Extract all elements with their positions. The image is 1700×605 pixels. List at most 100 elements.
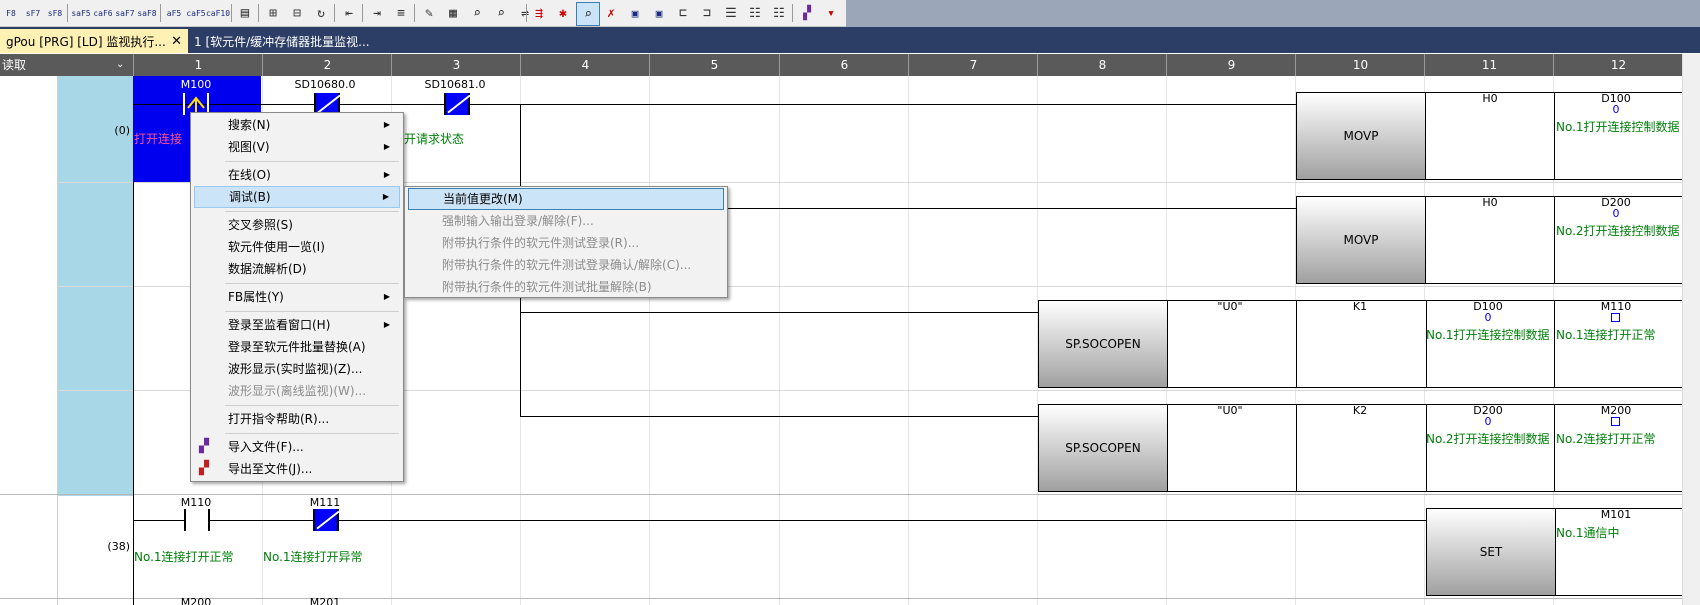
toolbar-button-caf6[interactable]: caF6 — [92, 2, 114, 24]
tab-bar: gPou [PRG] [LD] 监视执行... ✕ 1 [软元件/缓冲存储器批量… — [0, 27, 1700, 53]
monitor-icon[interactable]: ▤ — [234, 2, 256, 24]
menu-item-fb-property[interactable]: FB属性(Y) ▶ — [194, 286, 400, 308]
column-number: 7 — [908, 54, 1038, 76]
instruction-socopen-1[interactable]: SP.SOCOPEN — [1038, 300, 1684, 388]
tab-device-batch-monitor[interactable]: 1 [软元件/缓冲存储器批量监视... — [188, 29, 400, 53]
list-outdent-icon[interactable]: ☷ — [768, 2, 790, 24]
toolbar-separator — [67, 4, 68, 22]
column-number: 4 — [520, 54, 650, 76]
instruction-socopen-2[interactable]: SP.SOCOPEN — [1038, 404, 1684, 492]
current-value: 0 — [1612, 103, 1620, 116]
contact-sd10681-0[interactable] — [444, 93, 471, 115]
monitor-mode-icon[interactable]: ⌕ — [576, 2, 600, 26]
toolbar-button-caf10[interactable]: caF10 — [205, 2, 231, 24]
menu-item-instruction-help[interactable]: 打开指令帮助(R)... — [194, 408, 400, 430]
menu-separator — [225, 211, 399, 212]
menu-item-waveform-realtime[interactable]: 波形显示(实时监视)(Z)... — [194, 358, 400, 380]
column-number: 6 — [779, 54, 909, 76]
rung-divider — [0, 494, 1682, 495]
toolbar-label: saF8 — [137, 8, 157, 18]
menu-item-debug[interactable]: 调试(B) ▶ — [194, 186, 400, 208]
menu-item-view[interactable]: 视图(V) ▶ — [194, 136, 400, 158]
search-device-icon[interactable]: ⌕ — [466, 2, 488, 24]
menu-item-cross-reference[interactable]: 交叉参照(S) — [194, 214, 400, 236]
operand-comment: No.1通信中 — [1556, 526, 1620, 540]
toolbar-button-saf8[interactable]: saF8 — [136, 2, 158, 24]
toolbar-button-saf5[interactable]: saF5 — [70, 2, 92, 24]
ladder-compare-icon[interactable]: ⊟ — [286, 2, 308, 24]
menu-item-online[interactable]: 在线(O) ▶ — [194, 164, 400, 186]
operand-comment: No.1打开连接控制数据 — [1556, 120, 1680, 134]
verify-icon[interactable]: ≡ — [390, 2, 412, 24]
menu-item-search[interactable]: 搜索(N) ▶ — [194, 114, 400, 136]
menu-item-import-file[interactable]: ▞ 导入文件(F)... — [194, 436, 400, 458]
toolbar-button-sf7[interactable]: sF7 — [22, 2, 44, 24]
list-icon[interactable]: ☰ — [720, 2, 742, 24]
document-icon[interactable]: ▦ — [442, 2, 464, 24]
toolbar-button-saf7[interactable]: saF7 — [114, 2, 136, 24]
device-label: M100 — [180, 78, 212, 91]
column-number: 2 — [262, 54, 392, 76]
toolbar-button-sf8[interactable]: sF8 — [44, 2, 66, 24]
instruction-set[interactable]: SET — [1426, 508, 1684, 596]
toolbar-separator — [334, 4, 335, 22]
device-label: M110 — [180, 496, 212, 509]
buf-icon[interactable]: ▣ — [648, 2, 670, 24]
tab-label: gPou [PRG] [LD] 监视执行... — [6, 34, 166, 49]
stop-monitor-icon[interactable]: ✗ — [600, 2, 622, 24]
close-icon[interactable]: ✕ — [171, 34, 182, 49]
column-header: 读取 ⌄ 1 2 3 4 5 6 7 8 9 10 11 12 — [0, 54, 1700, 76]
instruction-name: MOVP — [1297, 93, 1426, 179]
device-test-icon[interactable]: ⇶ — [528, 2, 550, 24]
operand-label: H0 — [1482, 92, 1498, 105]
contact-m110[interactable] — [184, 509, 210, 531]
menu-item-register-batch-replace[interactable]: 登录至软元件批量替换(A) — [194, 336, 400, 358]
indent-icon[interactable]: ⊏ — [672, 2, 694, 24]
chevron-down-icon[interactable]: ⌄ — [116, 54, 130, 76]
toolbar-label: caF10 — [205, 8, 231, 18]
toolbar-separator — [160, 4, 161, 22]
menu-item-export-file[interactable]: ▞ 导出至文件(J)... — [194, 458, 400, 480]
ladder-redo-icon[interactable]: ↻ — [310, 2, 332, 24]
device-label: M111 — [309, 496, 341, 509]
menu-separator — [225, 405, 399, 406]
toolbar-separator — [414, 4, 415, 22]
operand-label: M200 — [1600, 404, 1632, 417]
column-number: 8 — [1037, 54, 1167, 76]
search-replace-icon[interactable]: ⌕ — [490, 2, 512, 24]
options-icon[interactable]: ▾ — [820, 2, 842, 24]
device-label: M200 — [180, 598, 212, 605]
tab-ladder-monitor[interactable]: gPou [PRG] [LD] 监视执行... ✕ — [0, 29, 188, 53]
operand-label: "U0" — [1217, 404, 1243, 417]
outdent-icon[interactable]: ⊐ — [696, 2, 718, 24]
rung-divider — [0, 598, 1682, 599]
submenu-arrow-icon: ▶ — [382, 192, 389, 201]
menu-item-device-list[interactable]: 软元件使用一览(I) — [194, 236, 400, 258]
operand-comment: No.1连接打开正常 — [1556, 328, 1656, 342]
step-number: (0) — [114, 124, 130, 137]
write-plc-icon[interactable]: ⇥ — [366, 2, 388, 24]
edit-icon[interactable]: ✎ — [418, 2, 440, 24]
toolbar-button-f8[interactable]: F8 — [0, 2, 22, 24]
toolbar-button-af5[interactable]: aF5 — [163, 2, 185, 24]
dev-icon[interactable]: ▣ — [624, 2, 646, 24]
read-plc-icon[interactable]: ⇤ — [338, 2, 360, 24]
submenu-item-conditional-test-batch-release: 附带执行条件的软元件测试批量解除(B) — [442, 280, 652, 294]
menu-item-dataflow-analysis[interactable]: 数据流解析(D) — [194, 258, 400, 280]
toolbar-label: caF5 — [186, 8, 206, 18]
export-icon[interactable]: ▞ — [796, 2, 818, 24]
submenu-arrow-icon: ▶ — [383, 142, 390, 151]
menu-item-register-watch[interactable]: 登录至监看窗口(H) ▶ — [194, 314, 400, 336]
submenu-item-change-current-value[interactable]: 当前值更改(M) — [408, 188, 724, 210]
menu-separator — [225, 161, 399, 162]
submenu-arrow-icon: ▶ — [383, 292, 390, 301]
list-indent-icon[interactable]: ☷ — [744, 2, 766, 24]
contact-m111[interactable] — [313, 509, 340, 531]
toolbar-button-caf5[interactable]: caF5 — [185, 2, 207, 24]
column-number: 10 — [1295, 54, 1425, 76]
operand-label: "U0" — [1217, 300, 1243, 313]
ladder-convert-icon[interactable]: ⊞ — [262, 2, 284, 24]
watch-icon[interactable]: ✱ — [552, 2, 574, 24]
submenu-item-conditional-test-register: 附带执行条件的软元件测试登录(R)... — [442, 236, 640, 250]
vertical-scrollbar[interactable] — [1682, 54, 1700, 605]
